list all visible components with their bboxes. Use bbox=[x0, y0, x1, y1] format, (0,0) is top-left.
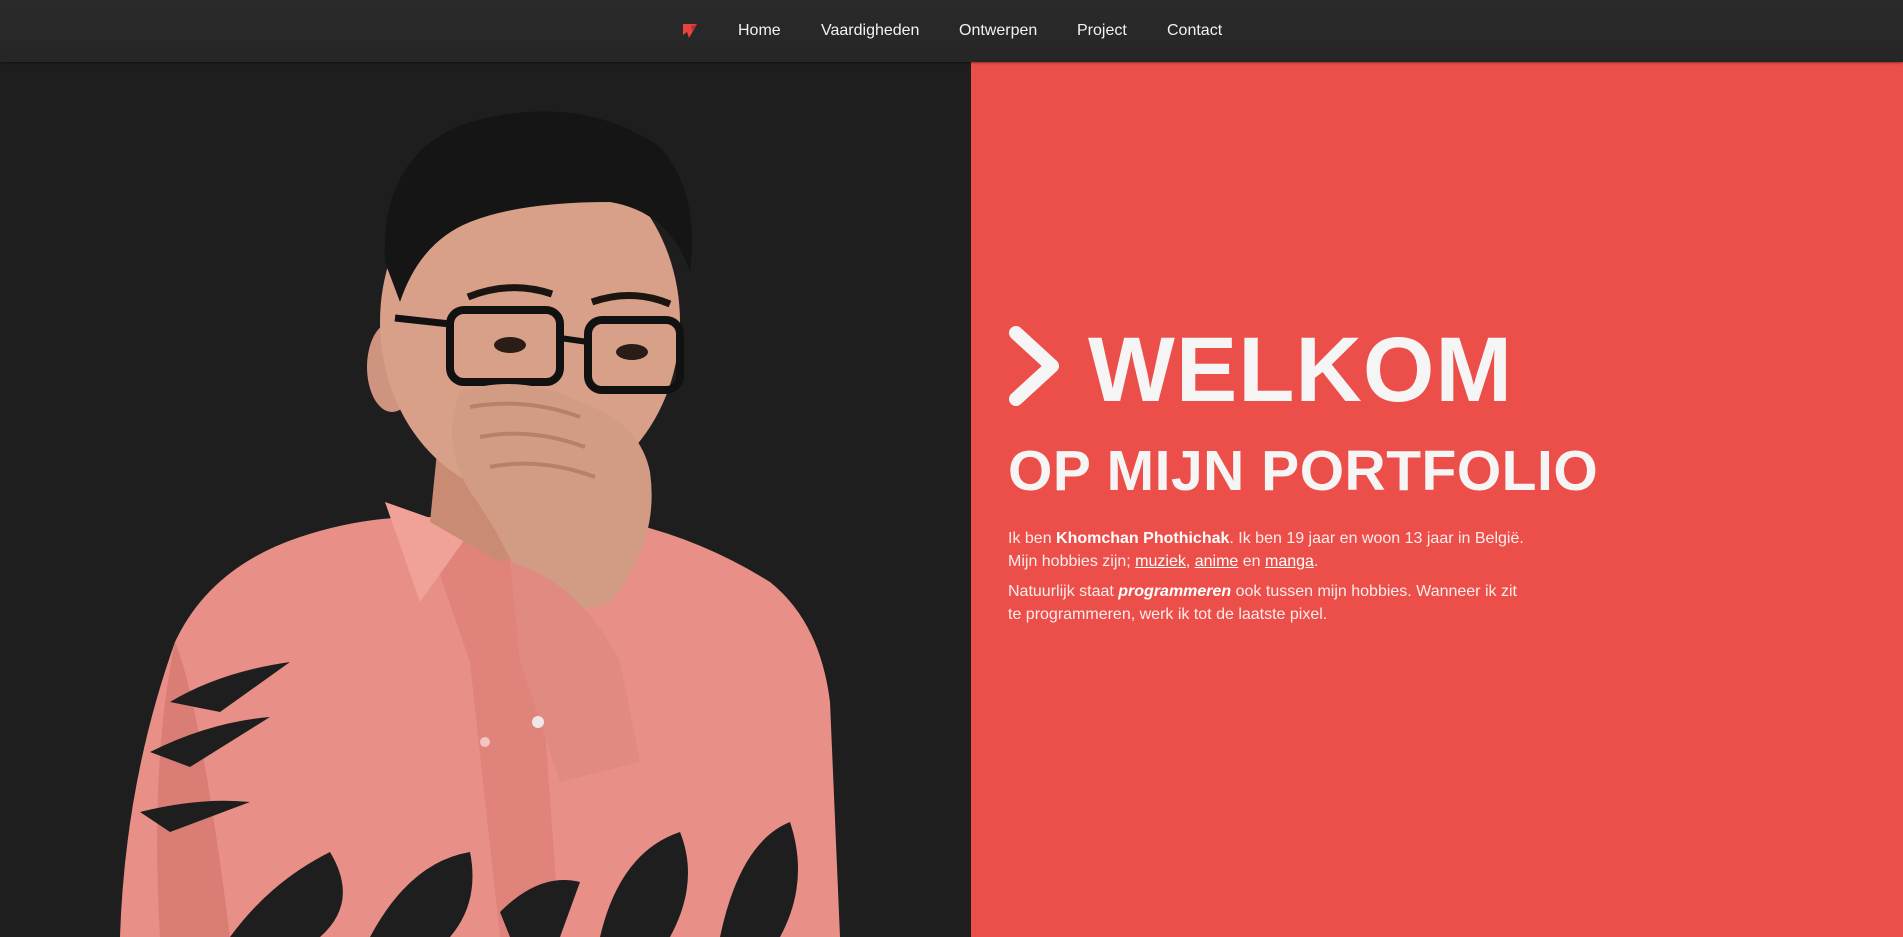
author-name: Khomchan Phothichak bbox=[1056, 530, 1230, 547]
portrait-photo bbox=[120, 111, 840, 937]
hero-title: WELKOM bbox=[1088, 319, 1514, 421]
nav-contact-link[interactable]: Contact bbox=[1167, 20, 1222, 42]
hero-subtitle: OP MIJN PORTFOLIO bbox=[1008, 439, 1599, 503]
chevron-right-icon bbox=[1009, 326, 1059, 406]
nav-ontwerpen-link[interactable]: Ontwerpen bbox=[959, 20, 1037, 42]
separator-text: . bbox=[1313, 553, 1319, 570]
brand-logo-icon[interactable] bbox=[682, 22, 700, 40]
hobby-link-anime[interactable]: anime bbox=[1195, 553, 1239, 570]
hobby-link-muziek[interactable]: muziek bbox=[1135, 553, 1186, 570]
hero-photo-panel bbox=[0, 62, 971, 937]
separator-text: en bbox=[1238, 553, 1266, 570]
separator-text: , bbox=[1185, 553, 1195, 570]
intro-text: Ik ben bbox=[1008, 530, 1057, 547]
navbar: Home Vaardigheden Ontwerpen Project Cont… bbox=[0, 0, 1903, 62]
nav-project-link[interactable]: Project bbox=[1077, 20, 1127, 42]
intro-paragraph-2: Natuurlijk staat programmeren ook tussen… bbox=[1008, 580, 1528, 626]
intro-text: Natuurlijk staat bbox=[1008, 583, 1119, 600]
hobby-link-manga[interactable]: manga bbox=[1265, 553, 1314, 570]
nav-vaardigheden-link[interactable]: Vaardigheden bbox=[821, 20, 919, 42]
intro-paragraph-1: Ik ben Khomchan Phothichak. Ik ben 19 ja… bbox=[1008, 527, 1528, 573]
nav-home-link[interactable]: Home bbox=[738, 20, 781, 42]
emphasis-text: programmeren bbox=[1118, 583, 1232, 600]
